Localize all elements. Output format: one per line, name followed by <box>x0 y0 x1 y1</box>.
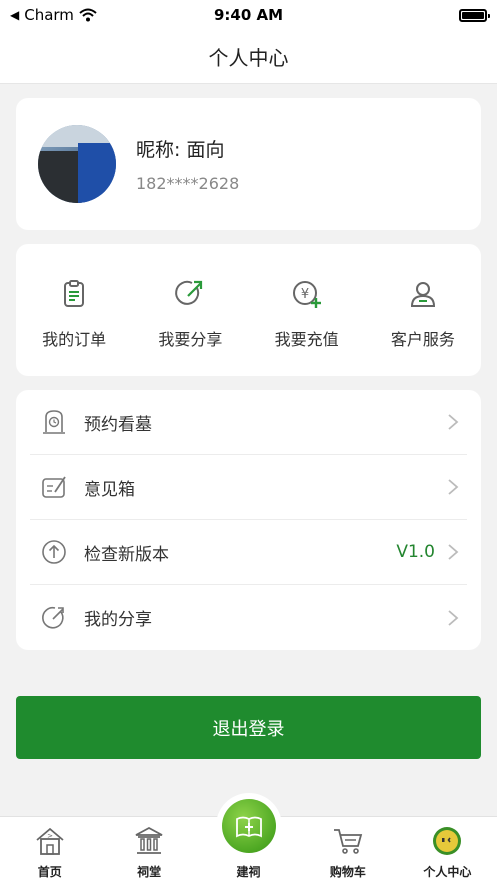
battery-icon <box>459 8 490 22</box>
tab-label: 购物车 <box>329 865 366 879</box>
person-icon <box>410 282 435 307</box>
home-icon: > <box>36 827 64 855</box>
share-circle-icon <box>42 606 64 629</box>
action-label: 我要充值 <box>274 330 339 349</box>
build-hall-icon <box>235 816 262 838</box>
cart-icon <box>333 829 363 854</box>
yuan-plus-icon: ¥ <box>292 281 321 308</box>
chevron-right-icon <box>448 609 459 626</box>
tombstone-clock-icon <box>43 410 65 434</box>
menu-item-my-shares[interactable]: 我的分享 <box>30 585 467 650</box>
tab-label: 首页 <box>37 865 62 879</box>
logout-button[interactable]: 退出登录 <box>16 696 481 759</box>
tab-label: 祠堂 <box>137 865 162 879</box>
chevron-right-icon <box>448 479 459 495</box>
share-arrow-icon <box>175 280 203 305</box>
avatar[interactable] <box>38 125 116 203</box>
menu-list: 预约看墓 意见箱 检查新版本 V1.0 我的分享 <box>16 390 481 650</box>
clipboard-icon <box>64 280 85 307</box>
tab-profile[interactable]: 个人中心 <box>398 817 497 883</box>
nav-bar: 个人中心 <box>0 30 497 84</box>
quick-actions-card: 我的订单 我要分享 ¥ 我要充值 客户服务 <box>16 244 481 376</box>
profile-info: 昵称: 面向 182****2628 <box>136 135 239 193</box>
tab-label: 个人中心 <box>423 865 472 879</box>
customer-service-button[interactable]: 客户服务 <box>365 244 481 376</box>
upload-arrow-icon <box>42 540 66 564</box>
center-tab-circle <box>221 799 276 853</box>
feedback-edit-icon <box>42 476 66 498</box>
action-label: 客户服务 <box>390 330 455 349</box>
temple-icon <box>135 826 163 854</box>
page-title: 个人中心 <box>208 46 289 70</box>
tab-temple[interactable]: 祠堂 <box>99 817 198 883</box>
share-button[interactable]: 我要分享 <box>132 244 248 376</box>
status-bar: ◀ Charm 9:40 AM <box>0 0 497 30</box>
nickname: 昵称: 面向 <box>136 139 225 161</box>
center-tab-bubble[interactable] <box>215 793 282 859</box>
menu-label: 预约看墓 <box>84 414 152 435</box>
menu-label: 意见箱 <box>84 479 135 500</box>
version-value: V1.0 <box>396 542 435 562</box>
menu-label: 检查新版本 <box>84 544 169 565</box>
menu-item-feedback[interactable]: 意见箱 <box>30 455 467 520</box>
recharge-button[interactable]: ¥ 我要充值 <box>249 244 365 376</box>
svg-text:>: > <box>47 832 53 840</box>
action-label: 我要分享 <box>158 330 223 349</box>
carrier-label: Charm <box>24 6 74 24</box>
tab-bar: > 首页 祠堂 建祠 购物车 个人中心 <box>0 793 497 883</box>
chevron-right-icon <box>448 544 459 560</box>
tab-home[interactable]: > 首页 <box>0 817 99 883</box>
smiley-icon <box>433 827 462 855</box>
status-left: ◀ Charm <box>10 6 97 24</box>
my-orders-button[interactable]: 我的订单 <box>16 244 132 376</box>
action-label: 我的订单 <box>42 330 107 349</box>
tab-build-hall[interactable]: 建祠 <box>199 793 298 883</box>
back-triangle-icon[interactable]: ◀ <box>10 8 19 22</box>
svg-text:¥: ¥ <box>300 287 308 302</box>
tab-cart[interactable]: 购物车 <box>298 817 397 883</box>
tab-label: 建祠 <box>236 865 261 879</box>
menu-label: 我的分享 <box>84 610 152 630</box>
menu-item-check-version[interactable]: 检查新版本 V1.0 <box>30 520 467 585</box>
phone-number: 182****2628 <box>136 174 240 193</box>
wifi-icon <box>79 8 97 22</box>
menu-item-book-visit[interactable]: 预约看墓 <box>30 390 467 455</box>
profile-card[interactable]: 昵称: 面向 182****2628 <box>16 98 481 230</box>
chevron-right-icon <box>448 414 459 430</box>
